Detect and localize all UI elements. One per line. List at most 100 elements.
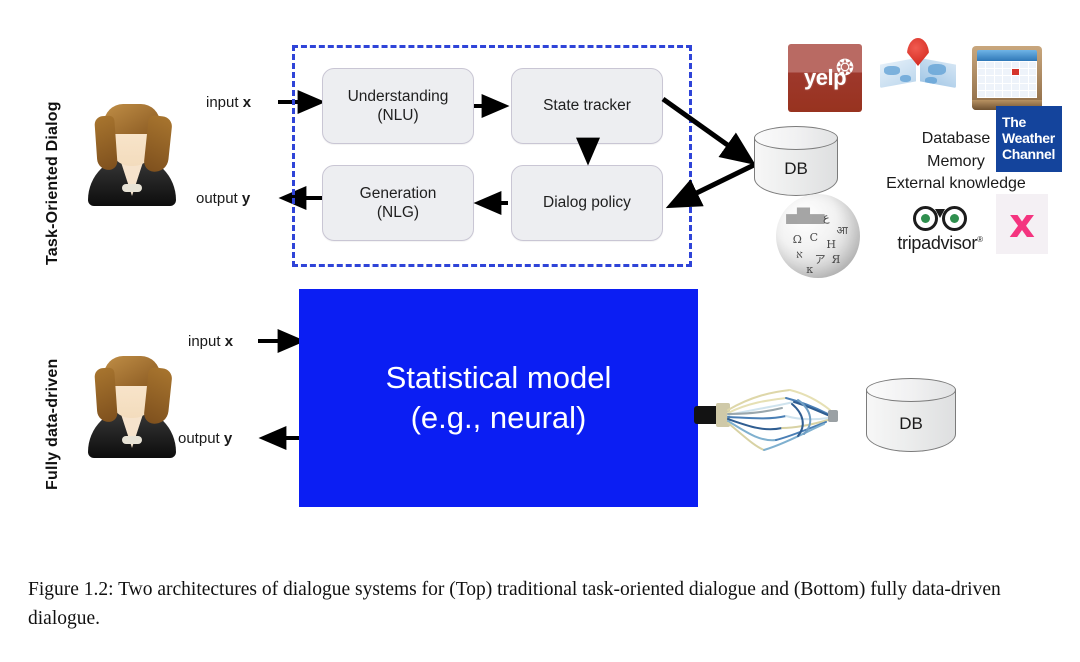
module-dialog-policy[interactable]: Dialog policy (511, 165, 663, 241)
module-nlg-line2: (NLG) (376, 204, 420, 221)
wikipedia-puzzle-gap (786, 207, 825, 225)
tripadvisor-wordmark: tripadvisor® (880, 233, 1000, 254)
row-label-fully-data-driven: Fully data-driven (44, 358, 61, 490)
calendar-cell (1020, 62, 1028, 69)
calendar-cell (1003, 83, 1011, 90)
module-nlg[interactable]: Generation (NLG) (322, 165, 474, 241)
avatar-collar (122, 436, 142, 444)
calendar-cell (994, 90, 1003, 97)
calendar-cell (994, 69, 1003, 76)
foursquare-f-glyph: x (1009, 201, 1035, 247)
input-label-bottom-var: x (224, 333, 234, 350)
db-cylinder-bottom: DB (866, 378, 956, 460)
input-label-top-text: input (206, 94, 243, 111)
calendar-cell (1003, 76, 1011, 83)
calendar-cell (1028, 69, 1036, 76)
calendar-cell (986, 83, 994, 90)
avatar-user-bottom (84, 350, 180, 458)
calendar-cell (978, 83, 986, 90)
module-state-tracker[interactable]: State tracker (511, 68, 663, 144)
tripadvisor-registered-mark: ® (977, 235, 983, 244)
calendar-cell (1020, 90, 1028, 97)
calendar-cell (1020, 69, 1028, 76)
avatar-hair-left (94, 115, 118, 171)
statistical-model-line1: Statistical model (385, 360, 612, 396)
calendar-cell (1003, 69, 1011, 76)
knowledge-line-3: External knowledge (886, 175, 1026, 193)
input-label-top: input x (206, 94, 251, 111)
tripadvisor-logo[interactable]: tripadvisor® (880, 206, 1000, 258)
wikipedia-glyph: ع (823, 210, 830, 224)
module-nlu-line1: Understanding (347, 87, 449, 105)
calendar-cell (1011, 62, 1020, 69)
statistical-model-box[interactable]: Statistical model (e.g., neural) (299, 289, 698, 507)
yelp-logo[interactable]: yelp ❂ (788, 44, 862, 112)
module-dialog-policy-label: Dialog policy (543, 193, 631, 212)
db-cylinder-top-label: DB (784, 159, 808, 178)
figure-caption: Figure 1.2: Two architectures of dialogu… (28, 579, 1001, 630)
arrow-state-tracker-to-dialog-policy (576, 137, 600, 166)
row-label-task-oriented: Task-Oriented Dialog (44, 101, 61, 265)
module-nlu-line2: (NLU) (377, 107, 419, 124)
calendar-cell (1020, 76, 1028, 83)
db-cylinder-bottom-label: DB (899, 414, 923, 433)
output-label-top-text: output (196, 190, 242, 207)
tripadvisor-pupil (950, 214, 959, 223)
module-nlu-label: Understanding (NLU) (348, 87, 449, 126)
calendar-cell (994, 62, 1003, 69)
tripadvisor-eye-right (942, 206, 967, 231)
foursquare-logo[interactable]: x (996, 194, 1048, 254)
avatar-hair-left (94, 367, 118, 423)
calendar-cell (986, 69, 994, 76)
calendar-cell (1003, 62, 1011, 69)
input-label-bottom: input x (188, 333, 233, 350)
tripadvisor-owl-icon (913, 206, 967, 232)
module-nlu[interactable]: Understanding (NLU) (322, 68, 474, 144)
wikipedia-globe-logo[interactable]: ع आ Ω C H א ア Я κ (776, 194, 860, 278)
db-cylinder-top: DB (754, 126, 838, 202)
calendar-cell (994, 76, 1003, 83)
arrow-dialog-policy-to-nlg (473, 191, 508, 215)
avatar-collar (122, 184, 142, 192)
db-cylinder-top-lid (754, 126, 838, 150)
calendar-cell (1028, 76, 1036, 83)
statistical-model-line2: (e.g., neural) (410, 400, 587, 435)
twc-line-1: The (1002, 114, 1026, 131)
yelp-burst-icon: ❂ (835, 55, 855, 80)
calendar-header-bar (977, 50, 1037, 61)
calendar-cell (978, 62, 986, 69)
calendar-cell (1011, 76, 1020, 83)
calendar-cell (1011, 90, 1020, 97)
module-nlg-line1: Generation (359, 184, 437, 202)
wikipedia-glyph: Я (831, 252, 841, 266)
map-blot (925, 77, 937, 84)
the-weather-channel-logo[interactable]: The Weather Channel (996, 106, 1062, 172)
arrow-nlu-to-state-tracker (474, 94, 510, 118)
output-label-top: output y (196, 190, 250, 207)
wikipedia-glyph: א (796, 247, 803, 261)
tripadvisor-eye-left (913, 206, 938, 231)
calendar-cell (986, 76, 994, 83)
wikipedia-glyph: κ (806, 262, 814, 276)
calendar-icon[interactable] (972, 46, 1042, 110)
figure-canvas: Task-Oriented Dialog Fully data-driven i… (0, 0, 1080, 662)
module-state-tracker-line1: State tracker (543, 97, 631, 115)
calendar-grid (977, 61, 1037, 98)
twc-line-2: Weather (1002, 130, 1055, 147)
tripadvisor-pupil (921, 214, 930, 223)
map-icon[interactable] (878, 36, 958, 98)
input-label-top-var: x (242, 94, 252, 111)
output-label-bottom-var: y (223, 430, 233, 447)
wikipedia-glyph: Ω (792, 232, 802, 246)
output-label-bottom-text: output (178, 430, 224, 447)
map-right-fold (920, 58, 956, 88)
wikipedia-glyph: H (826, 237, 836, 251)
calendar-cell (986, 90, 994, 97)
cable-connector-icon (694, 389, 838, 451)
tripadvisor-wordmark-text: tripadvisor (897, 233, 978, 253)
calendar-cell (994, 83, 1003, 90)
module-state-tracker-label: State tracker (543, 96, 631, 115)
calendar-cell-highlighted (1011, 69, 1020, 76)
output-label-bottom: output y (178, 430, 232, 447)
output-label-top-var: y (241, 190, 251, 207)
